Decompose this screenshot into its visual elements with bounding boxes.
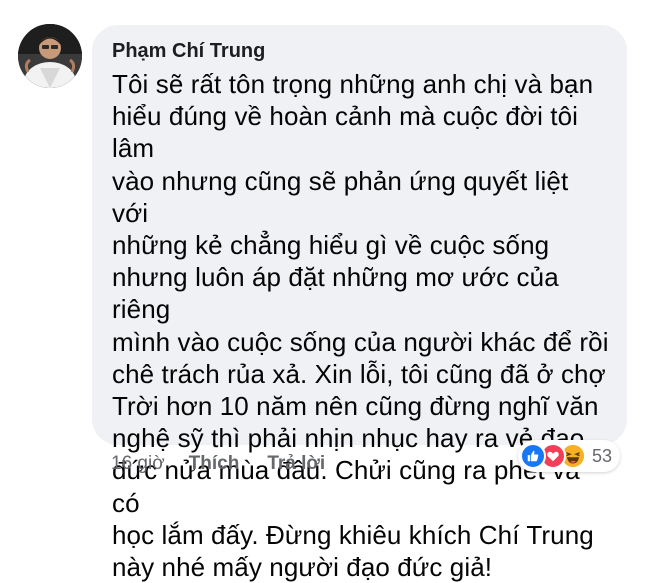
avatar-image: [18, 24, 82, 88]
comment-text: Tôi sẽ rất tôn trọng những anh chị và bạ…: [112, 69, 609, 583]
comment-bubble: Phạm Chí Trung Tôi sẽ rất tôn trọng nhữn…: [92, 25, 627, 582]
comment-timestamp[interactable]: 16 giờ: [111, 453, 165, 475]
reactions-summary[interactable]: 53: [518, 440, 621, 472]
like-button[interactable]: Thích: [189, 453, 240, 475]
reactions-count[interactable]: 53: [592, 446, 612, 467]
comment-actions: 16 giờ Thích Trả lời: [111, 451, 353, 477]
comment-author-name[interactable]: Phạm Chí Trung: [112, 37, 265, 65]
like-icon: [520, 443, 546, 469]
avatar[interactable]: [18, 24, 82, 88]
reply-button[interactable]: Trả lời: [267, 453, 325, 475]
